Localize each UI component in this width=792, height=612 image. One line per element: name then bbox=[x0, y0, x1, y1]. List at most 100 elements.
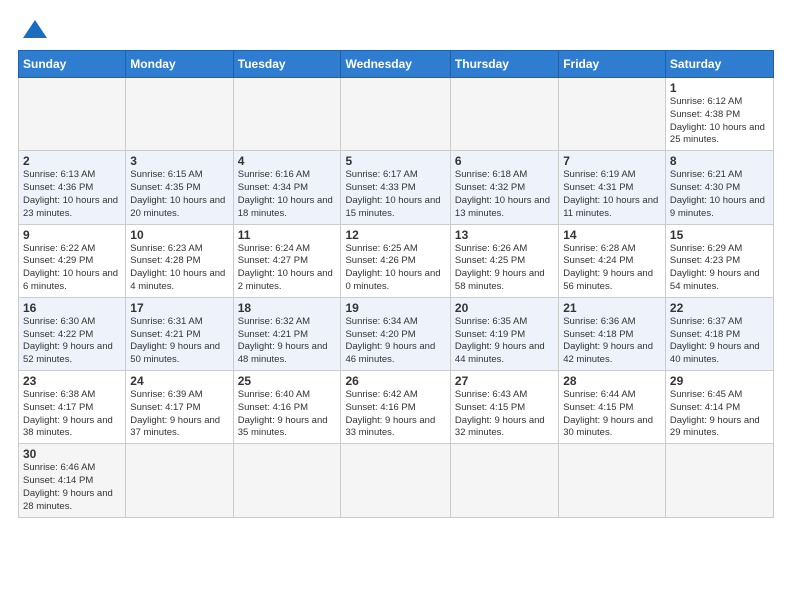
calendar-cell-2-3: 12Sunrise: 6:25 AM Sunset: 4:26 PM Dayli… bbox=[341, 224, 450, 297]
day-info: Sunrise: 6:15 AM Sunset: 4:35 PM Dayligh… bbox=[130, 169, 228, 220]
day-info: Sunrise: 6:25 AM Sunset: 4:26 PM Dayligh… bbox=[345, 243, 445, 294]
calendar-cell-2-0: 9Sunrise: 6:22 AM Sunset: 4:29 PM Daylig… bbox=[19, 224, 126, 297]
calendar-cell-0-6: 1Sunrise: 6:12 AM Sunset: 4:38 PM Daylig… bbox=[665, 78, 773, 151]
day-info: Sunrise: 6:31 AM Sunset: 4:21 PM Dayligh… bbox=[130, 316, 228, 367]
logo bbox=[18, 18, 49, 40]
weekday-header-saturday: Saturday bbox=[665, 51, 773, 78]
day-info: Sunrise: 6:21 AM Sunset: 4:30 PM Dayligh… bbox=[670, 169, 769, 220]
calendar-cell-4-3: 26Sunrise: 6:42 AM Sunset: 4:16 PM Dayli… bbox=[341, 371, 450, 444]
day-number: 22 bbox=[670, 301, 769, 315]
day-info: Sunrise: 6:42 AM Sunset: 4:16 PM Dayligh… bbox=[345, 389, 445, 440]
calendar-cell-4-2: 25Sunrise: 6:40 AM Sunset: 4:16 PM Dayli… bbox=[233, 371, 341, 444]
day-info: Sunrise: 6:38 AM Sunset: 4:17 PM Dayligh… bbox=[23, 389, 121, 440]
weekday-header-sunday: Sunday bbox=[19, 51, 126, 78]
day-number: 18 bbox=[238, 301, 337, 315]
calendar-cell-0-2 bbox=[233, 78, 341, 151]
weekday-header-wednesday: Wednesday bbox=[341, 51, 450, 78]
day-number: 6 bbox=[455, 154, 554, 168]
calendar-cell-3-1: 17Sunrise: 6:31 AM Sunset: 4:21 PM Dayli… bbox=[126, 297, 233, 370]
day-number: 10 bbox=[130, 228, 228, 242]
day-number: 2 bbox=[23, 154, 121, 168]
calendar-cell-1-4: 6Sunrise: 6:18 AM Sunset: 4:32 PM Daylig… bbox=[450, 151, 558, 224]
day-info: Sunrise: 6:43 AM Sunset: 4:15 PM Dayligh… bbox=[455, 389, 554, 440]
day-info: Sunrise: 6:45 AM Sunset: 4:14 PM Dayligh… bbox=[670, 389, 769, 440]
calendar-cell-5-0: 30Sunrise: 6:46 AM Sunset: 4:14 PM Dayli… bbox=[19, 444, 126, 517]
day-info: Sunrise: 6:34 AM Sunset: 4:20 PM Dayligh… bbox=[345, 316, 445, 367]
page: SundayMondayTuesdayWednesdayThursdayFrid… bbox=[0, 0, 792, 530]
calendar-cell-3-2: 18Sunrise: 6:32 AM Sunset: 4:21 PM Dayli… bbox=[233, 297, 341, 370]
calendar-cell-3-5: 21Sunrise: 6:36 AM Sunset: 4:18 PM Dayli… bbox=[559, 297, 666, 370]
day-number: 24 bbox=[130, 374, 228, 388]
calendar-row-3: 16Sunrise: 6:30 AM Sunset: 4:22 PM Dayli… bbox=[19, 297, 774, 370]
day-number: 11 bbox=[238, 228, 337, 242]
day-number: 29 bbox=[670, 374, 769, 388]
calendar-cell-3-4: 20Sunrise: 6:35 AM Sunset: 4:19 PM Dayli… bbox=[450, 297, 558, 370]
day-number: 9 bbox=[23, 228, 121, 242]
day-number: 27 bbox=[455, 374, 554, 388]
calendar-cell-1-5: 7Sunrise: 6:19 AM Sunset: 4:31 PM Daylig… bbox=[559, 151, 666, 224]
calendar-cell-0-5 bbox=[559, 78, 666, 151]
header bbox=[18, 18, 774, 40]
calendar-cell-5-3 bbox=[341, 444, 450, 517]
calendar-cell-5-1 bbox=[126, 444, 233, 517]
calendar-row-5: 30Sunrise: 6:46 AM Sunset: 4:14 PM Dayli… bbox=[19, 444, 774, 517]
calendar-cell-5-4 bbox=[450, 444, 558, 517]
calendar-cell-2-5: 14Sunrise: 6:28 AM Sunset: 4:24 PM Dayli… bbox=[559, 224, 666, 297]
day-number: 19 bbox=[345, 301, 445, 315]
day-info: Sunrise: 6:17 AM Sunset: 4:33 PM Dayligh… bbox=[345, 169, 445, 220]
day-info: Sunrise: 6:26 AM Sunset: 4:25 PM Dayligh… bbox=[455, 243, 554, 294]
day-info: Sunrise: 6:29 AM Sunset: 4:23 PM Dayligh… bbox=[670, 243, 769, 294]
day-number: 30 bbox=[23, 447, 121, 461]
day-info: Sunrise: 6:35 AM Sunset: 4:19 PM Dayligh… bbox=[455, 316, 554, 367]
calendar-cell-0-0 bbox=[19, 78, 126, 151]
day-info: Sunrise: 6:22 AM Sunset: 4:29 PM Dayligh… bbox=[23, 243, 121, 294]
day-number: 5 bbox=[345, 154, 445, 168]
day-number: 26 bbox=[345, 374, 445, 388]
calendar-row-2: 9Sunrise: 6:22 AM Sunset: 4:29 PM Daylig… bbox=[19, 224, 774, 297]
day-number: 28 bbox=[563, 374, 661, 388]
day-number: 20 bbox=[455, 301, 554, 315]
day-info: Sunrise: 6:23 AM Sunset: 4:28 PM Dayligh… bbox=[130, 243, 228, 294]
day-number: 14 bbox=[563, 228, 661, 242]
calendar-cell-4-5: 28Sunrise: 6:44 AM Sunset: 4:15 PM Dayli… bbox=[559, 371, 666, 444]
weekday-header-thursday: Thursday bbox=[450, 51, 558, 78]
calendar-cell-5-5 bbox=[559, 444, 666, 517]
day-info: Sunrise: 6:46 AM Sunset: 4:14 PM Dayligh… bbox=[23, 462, 121, 513]
day-info: Sunrise: 6:32 AM Sunset: 4:21 PM Dayligh… bbox=[238, 316, 337, 367]
weekday-header-tuesday: Tuesday bbox=[233, 51, 341, 78]
calendar-cell-0-3 bbox=[341, 78, 450, 151]
day-number: 15 bbox=[670, 228, 769, 242]
calendar-row-0: 1Sunrise: 6:12 AM Sunset: 4:38 PM Daylig… bbox=[19, 78, 774, 151]
day-info: Sunrise: 6:30 AM Sunset: 4:22 PM Dayligh… bbox=[23, 316, 121, 367]
day-number: 7 bbox=[563, 154, 661, 168]
calendar-cell-1-1: 3Sunrise: 6:15 AM Sunset: 4:35 PM Daylig… bbox=[126, 151, 233, 224]
calendar-cell-0-4 bbox=[450, 78, 558, 151]
calendar-cell-5-6 bbox=[665, 444, 773, 517]
calendar-table: SundayMondayTuesdayWednesdayThursdayFrid… bbox=[18, 50, 774, 518]
day-info: Sunrise: 6:12 AM Sunset: 4:38 PM Dayligh… bbox=[670, 96, 769, 147]
calendar-cell-1-6: 8Sunrise: 6:21 AM Sunset: 4:30 PM Daylig… bbox=[665, 151, 773, 224]
calendar-cell-2-1: 10Sunrise: 6:23 AM Sunset: 4:28 PM Dayli… bbox=[126, 224, 233, 297]
calendar-cell-4-1: 24Sunrise: 6:39 AM Sunset: 4:17 PM Dayli… bbox=[126, 371, 233, 444]
day-info: Sunrise: 6:13 AM Sunset: 4:36 PM Dayligh… bbox=[23, 169, 121, 220]
calendar-cell-1-3: 5Sunrise: 6:17 AM Sunset: 4:33 PM Daylig… bbox=[341, 151, 450, 224]
day-number: 25 bbox=[238, 374, 337, 388]
calendar-cell-4-4: 27Sunrise: 6:43 AM Sunset: 4:15 PM Dayli… bbox=[450, 371, 558, 444]
calendar-cell-5-2 bbox=[233, 444, 341, 517]
calendar-cell-0-1 bbox=[126, 78, 233, 151]
day-number: 21 bbox=[563, 301, 661, 315]
calendar-cell-3-6: 22Sunrise: 6:37 AM Sunset: 4:18 PM Dayli… bbox=[665, 297, 773, 370]
day-info: Sunrise: 6:40 AM Sunset: 4:16 PM Dayligh… bbox=[238, 389, 337, 440]
day-info: Sunrise: 6:16 AM Sunset: 4:34 PM Dayligh… bbox=[238, 169, 337, 220]
day-number: 16 bbox=[23, 301, 121, 315]
day-info: Sunrise: 6:39 AM Sunset: 4:17 PM Dayligh… bbox=[130, 389, 228, 440]
day-info: Sunrise: 6:24 AM Sunset: 4:27 PM Dayligh… bbox=[238, 243, 337, 294]
calendar-cell-3-0: 16Sunrise: 6:30 AM Sunset: 4:22 PM Dayli… bbox=[19, 297, 126, 370]
calendar-cell-4-0: 23Sunrise: 6:38 AM Sunset: 4:17 PM Dayli… bbox=[19, 371, 126, 444]
day-number: 23 bbox=[23, 374, 121, 388]
calendar-cell-3-3: 19Sunrise: 6:34 AM Sunset: 4:20 PM Dayli… bbox=[341, 297, 450, 370]
calendar-cell-2-2: 11Sunrise: 6:24 AM Sunset: 4:27 PM Dayli… bbox=[233, 224, 341, 297]
day-number: 17 bbox=[130, 301, 228, 315]
calendar-cell-1-0: 2Sunrise: 6:13 AM Sunset: 4:36 PM Daylig… bbox=[19, 151, 126, 224]
weekday-header-monday: Monday bbox=[126, 51, 233, 78]
